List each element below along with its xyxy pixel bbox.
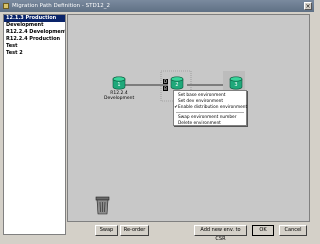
add-new-env-button[interactable]: Add new env. to CSR <box>194 225 247 242</box>
list-item[interactable]: R12.2.4 Development <box>4 29 65 36</box>
list-item[interactable]: Development <box>4 22 65 29</box>
node-label: Development <box>104 96 135 101</box>
window-icon <box>3 3 9 9</box>
database-icon: 1 <box>112 76 126 90</box>
node-number: 1 <box>117 82 120 88</box>
node-number: 3 <box>234 82 237 88</box>
environment-node-1[interactable]: 1 R12.2.4 Development <box>104 76 134 106</box>
menu-item-swap-number[interactable]: Swap environment number <box>174 115 246 120</box>
environment-list[interactable]: 12.1.3 Production Development R12.2.4 De… <box>3 14 66 235</box>
menu-item-enable-distribution[interactable]: ✔ Enable distribution environment <box>174 105 248 110</box>
menu-item-label: Enable distribution environment <box>178 105 248 110</box>
list-item[interactable]: 12.1.3 Production <box>4 15 65 22</box>
close-button[interactable]: × <box>304 2 312 10</box>
distribution-badge-icon: D <box>163 79 168 84</box>
ok-button[interactable]: OK <box>252 225 274 236</box>
database-icon: 2 <box>170 76 184 90</box>
window-title: Migration Path Definition - STD12_2 <box>12 3 110 9</box>
environment-context-menu: Set base environment Set dev environment… <box>173 90 247 126</box>
trash-icon[interactable] <box>95 196 110 215</box>
menu-separator <box>176 112 244 113</box>
database-icon: 3 <box>229 76 243 90</box>
reorder-button[interactable]: Re-order <box>120 225 149 236</box>
list-item[interactable]: R12.2.4 Production <box>4 36 65 43</box>
title-bar: Migration Path Definition - STD12_2 × <box>0 0 314 12</box>
migration-canvas[interactable]: 1 R12.2.4 Development 2 D B Tes 3 Set ba… <box>67 14 310 222</box>
list-item[interactable]: Test <box>4 43 65 50</box>
menu-item-set-base[interactable]: Set base environment <box>174 93 246 98</box>
menu-item-set-dev[interactable]: Set dev environment <box>174 99 246 104</box>
checkmark-icon: ✔ <box>174 105 178 110</box>
swap-button[interactable]: Swap <box>95 225 118 236</box>
list-item[interactable]: Test 2 <box>4 50 65 57</box>
menu-item-delete[interactable]: Delete environment <box>174 121 246 126</box>
node-number: 2 <box>175 82 178 88</box>
cancel-button[interactable]: Cancel <box>279 225 307 236</box>
